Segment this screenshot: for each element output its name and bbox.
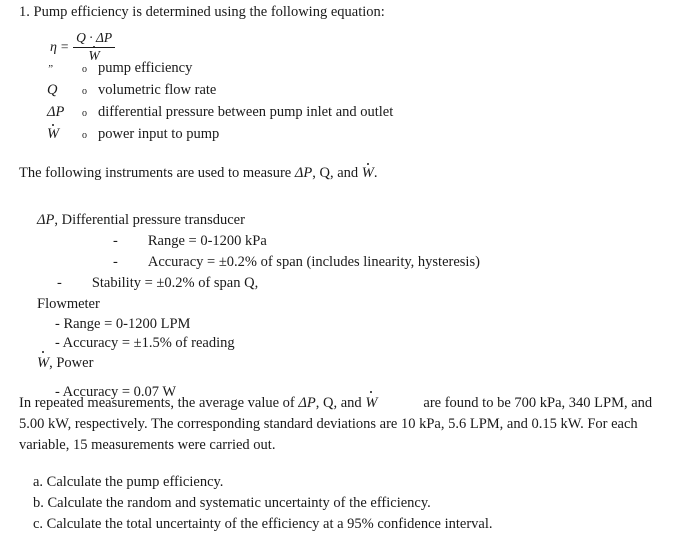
power-heading-text: , Power <box>49 355 94 371</box>
transducer-spec-stability: - Stability = ±0.2% of span Q, <box>19 273 659 294</box>
question-item-a: a. Calculate the pump efficiency. <box>33 474 224 490</box>
lead-text-part3: . <box>373 165 378 181</box>
problem-statement-title: 1. Pump efficiency is determined using t… <box>19 4 385 20</box>
dash-bullet: - <box>113 233 118 249</box>
spec-text: Accuracy = ±0.2% of span (includes linea… <box>147 254 480 270</box>
equation-numerator: Q · ΔP <box>76 30 113 45</box>
equation-equals-sign: = <box>59 39 70 55</box>
dash-bullet: - <box>57 275 62 291</box>
lead-symbol-w-dot: W <box>361 163 374 181</box>
transducer-spec-accuracy: - Accuracy = ±0.2% of span (includes line… <box>19 252 659 273</box>
spec-text: Stability = ±0.2% of span Q, <box>91 275 259 291</box>
definition-symbol-q: Q <box>47 82 58 98</box>
paragraph-part1: In repeated measurements, the average va… <box>19 395 299 411</box>
bullet-circle-icon: o <box>82 108 87 119</box>
flowmeter-spec-range: - Range = 0-1200 LPM <box>55 316 191 332</box>
measurements-paragraph: In repeated measurements, the average va… <box>19 390 667 456</box>
paragraph-symbol-w-dot: W <box>365 390 377 414</box>
definition-row: Q o volumetric flow rate <box>47 82 647 104</box>
definition-symbol-delta-p: ΔP <box>47 104 65 120</box>
equation-lhs-symbol: η <box>50 39 57 55</box>
lead-symbol-delta-p: ΔP <box>294 165 313 181</box>
power-heading-symbol: W <box>37 351 49 374</box>
bullet-circle-icon: o <box>82 64 87 75</box>
definition-row: ” o pump efficiency <box>47 60 647 82</box>
transducer-heading-text: , Differential pressure transducer <box>54 212 245 228</box>
transducer-heading: ΔP, Differential pressure transducer <box>19 210 659 231</box>
definition-symbol-w-dot: W <box>47 124 82 144</box>
power-heading: W, Power <box>19 351 659 374</box>
spec-text: Range = 0-1200 kPa <box>147 233 267 249</box>
document-page: 1. Pump efficiency is determined using t… <box>0 0 680 544</box>
definition-row: W o power input to pump <box>47 124 647 148</box>
definition-row: ΔP o differential pressure between pump … <box>47 104 647 126</box>
question-list: a. Calculate the pump efficiency. b. Cal… <box>33 472 653 535</box>
instruments-lead-sentence: The following instruments are used to me… <box>19 163 378 183</box>
transducer-spec-range: - Range = 0-1200 kPa <box>19 231 659 252</box>
instrument-specifications: ΔP, Differential pressure transducer - Ra… <box>19 210 659 403</box>
definition-text: pump efficiency <box>98 60 193 76</box>
paragraph-symbol-delta-p: ΔP <box>298 395 316 411</box>
flowmeter-heading: Flowmeter <box>37 296 100 312</box>
question-item-b: b. Calculate the random and systematic u… <box>33 495 431 511</box>
definition-symbol-eta: ” <box>47 63 54 75</box>
flowmeter-spec-accuracy: - Accuracy = ±1.5% of reading <box>55 335 235 351</box>
bullet-circle-icon: o <box>82 86 87 97</box>
transducer-heading-symbol: ΔP <box>37 212 55 228</box>
bullet-circle-icon: o <box>82 130 87 141</box>
w-dot-symbol: W <box>47 124 60 142</box>
question-item-c: c. Calculate the total uncertainty of th… <box>33 516 493 532</box>
dash-bullet: - <box>113 254 118 270</box>
lead-text-part1: The following instruments are used to me… <box>19 165 295 181</box>
definition-text: differential pressure between pump inlet… <box>98 104 394 120</box>
paragraph-part2: , Q, and <box>315 395 366 411</box>
definition-text: power input to pump <box>98 126 220 142</box>
definition-text: volumetric flow rate <box>98 82 217 98</box>
lead-text-part2: , Q, and <box>312 165 362 181</box>
symbol-definition-list: ” o pump efficiency Q o volumetric flow … <box>47 60 647 148</box>
